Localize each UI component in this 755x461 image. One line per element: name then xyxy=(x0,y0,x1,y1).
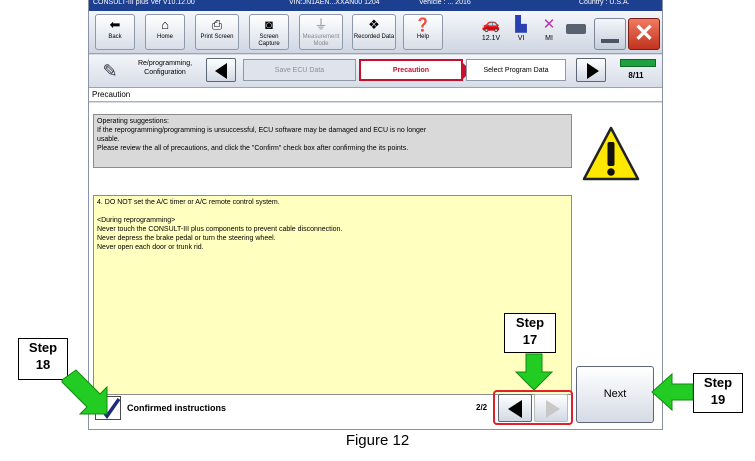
step17-arrow-icon xyxy=(514,353,554,391)
step18-arrow-icon xyxy=(61,369,108,415)
figure-caption: Figure 12 xyxy=(345,432,410,449)
step19-arrow-icon xyxy=(651,372,694,412)
annotation-arrows xyxy=(61,353,694,415)
